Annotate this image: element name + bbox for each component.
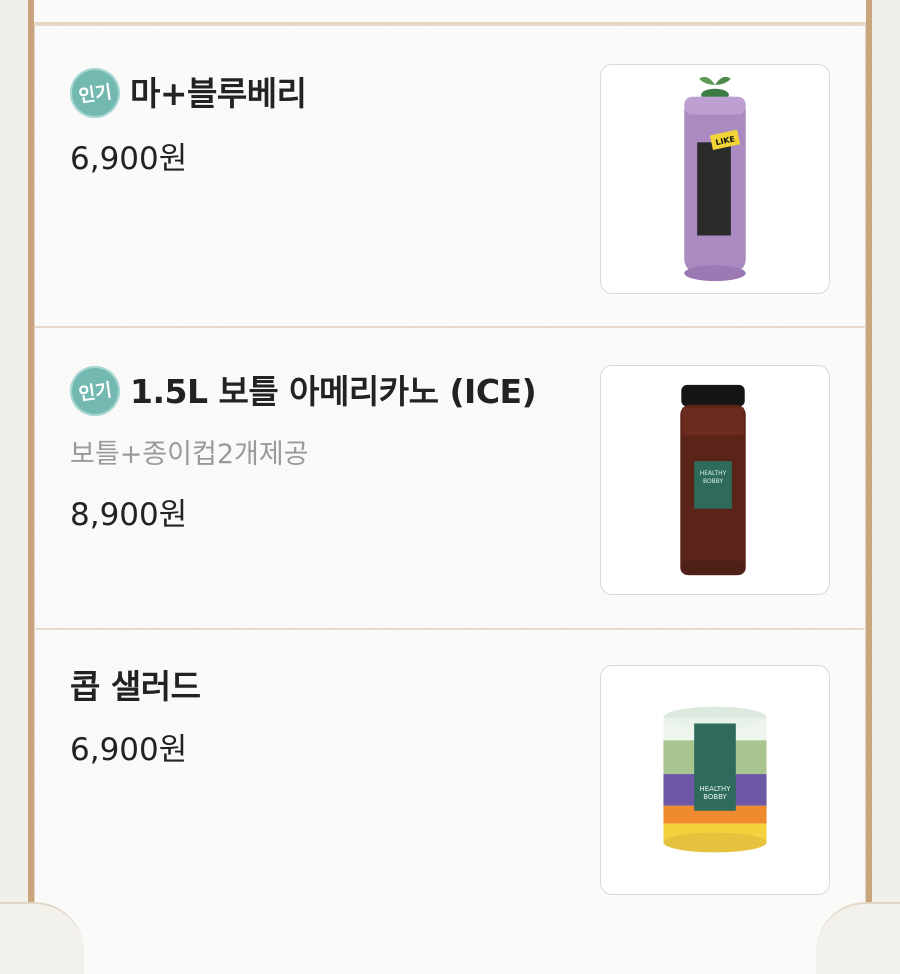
blueberry-drink-image: LIKE bbox=[601, 65, 829, 293]
menu-item-price: 8,900원 bbox=[70, 497, 188, 533]
menu-item-title: 마+블루베리 bbox=[130, 73, 307, 113]
menu-item-title-line: 인기 마+블루베리 bbox=[66, 64, 307, 122]
menu-item-title: 콥 샐러드 bbox=[70, 667, 201, 706]
menu-item-thumbnail: HEALTHY BOBBY bbox=[600, 665, 830, 895]
popular-badge: 인기 bbox=[66, 64, 124, 122]
menu-item-3[interactable]: 콥 샐러드 6,900원 HEALTHY BOBBY bbox=[34, 628, 866, 974]
menu-item-description: 보틀+종이컵2개제공 bbox=[70, 439, 309, 470]
svg-text:BOBBY: BOBBY bbox=[703, 793, 727, 801]
left-side-rail bbox=[0, 0, 30, 974]
menu-item-thumbnail: LIKE bbox=[600, 64, 830, 294]
svg-text:HEALTHY: HEALTHY bbox=[700, 785, 732, 793]
previous-item-bottom-strip bbox=[34, 0, 866, 24]
menu-item-price: 6,900원 bbox=[70, 141, 188, 177]
right-side-rail bbox=[870, 0, 900, 974]
menu-item-1[interactable]: 인기 마+블루베리 6,900원 LIKE bbox=[34, 24, 866, 326]
menu-item-2[interactable]: 인기 1.5L 보틀 아메리카노 (ICE) 보틀+종이컵2개제공 8,900원… bbox=[34, 326, 866, 628]
menu-item-title-line: 인기 1.5L 보틀 아메리카노 (ICE) bbox=[66, 362, 537, 420]
cobb-salad-image: HEALTHY BOBBY bbox=[601, 666, 829, 894]
menu-item-price: 6,900원 bbox=[70, 732, 188, 768]
svg-text:BOBBY: BOBBY bbox=[703, 478, 723, 485]
svg-text:HEALTHY: HEALTHY bbox=[700, 470, 727, 477]
menu-item-title: 1.5L 보틀 아메리카노 (ICE) bbox=[130, 371, 537, 411]
popular-badge: 인기 bbox=[66, 362, 124, 420]
menu-item-thumbnail: HEALTHY BOBBY bbox=[600, 365, 830, 595]
americano-bottle-image: HEALTHY BOBBY bbox=[601, 366, 829, 594]
